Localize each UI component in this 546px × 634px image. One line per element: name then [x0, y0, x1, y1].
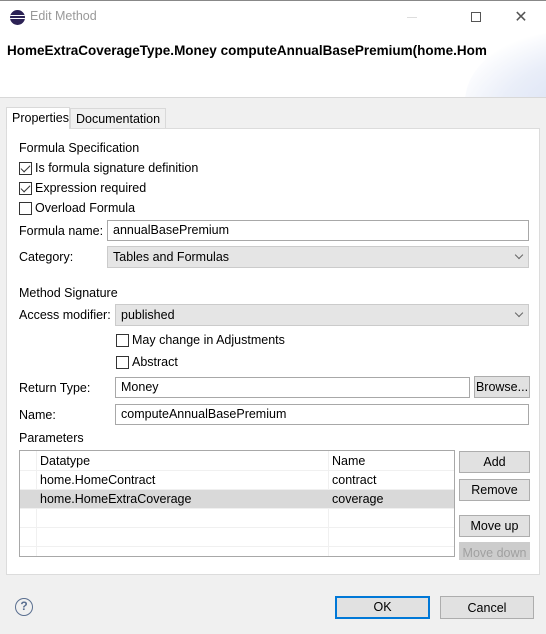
chevron-down-icon: [514, 308, 524, 318]
table-row-empty: [20, 528, 454, 547]
add-button[interactable]: Add: [459, 451, 530, 473]
close-icon: ✕: [514, 9, 528, 26]
header-separator: [0, 97, 546, 98]
dialog-title: HomeExtraCoverageType.Money computeAnnua…: [7, 43, 487, 58]
access-modifier-select[interactable]: published: [115, 304, 529, 326]
name-input[interactable]: computeAnnualBasePremium: [115, 404, 529, 425]
return-type-label: Return Type:: [19, 381, 91, 395]
minimize-icon: [407, 16, 417, 18]
column-header-name[interactable]: Name: [332, 454, 365, 468]
overload-formula-label: Overload Formula: [35, 201, 136, 215]
close-button[interactable]: ✕: [498, 1, 544, 33]
abstract-label: Abstract: [132, 355, 178, 369]
header-decoration: [465, 32, 546, 97]
minimize-button[interactable]: [389, 1, 435, 33]
datatype-cell: home.HomeExtraCoverage: [40, 492, 192, 506]
properties-panel: Formula Specification Is formula signatu…: [6, 128, 540, 575]
formula-spec-heading: Formula Specification: [19, 141, 140, 155]
maximize-icon: [471, 12, 481, 22]
eclipse-icon: [10, 10, 25, 25]
expression-required-checkbox[interactable]: [19, 182, 32, 195]
access-modifier-label: Access modifier:: [19, 308, 111, 322]
table-row[interactable]: home.HomeContract contract: [20, 471, 454, 490]
move-down-button[interactable]: Move down: [459, 542, 530, 560]
return-type-input[interactable]: Money: [115, 377, 470, 398]
title-bar: Edit Method ✕: [0, 0, 546, 32]
formula-name-input[interactable]: annualBasePremium: [107, 220, 529, 241]
window-title: Edit Method: [30, 9, 97, 23]
is-formula-signature-label: Is formula signature definition: [35, 161, 199, 175]
help-icon[interactable]: ?: [15, 598, 33, 616]
overload-formula-checkbox[interactable]: [19, 202, 32, 215]
tab-properties[interactable]: Properties: [6, 107, 70, 129]
ok-button[interactable]: OK: [335, 596, 430, 619]
remove-button[interactable]: Remove: [459, 479, 530, 501]
parameters-heading: Parameters: [19, 431, 84, 445]
may-change-checkbox[interactable]: [116, 334, 129, 347]
chevron-down-icon: [514, 250, 524, 260]
table-header-row: Datatype Name: [20, 452, 454, 471]
formula-name-label: Formula name:: [19, 224, 104, 238]
may-change-label: May change in Adjustments: [132, 333, 285, 347]
cancel-button[interactable]: Cancel: [440, 596, 534, 619]
abstract-checkbox[interactable]: [116, 356, 129, 369]
category-select[interactable]: Tables and Formulas: [107, 246, 529, 268]
name-cell: contract: [332, 473, 377, 487]
expression-required-label: Expression required: [35, 181, 147, 195]
table-row-empty: [20, 509, 454, 528]
category-value: Tables and Formulas: [113, 250, 230, 264]
browse-button[interactable]: Browse...: [474, 376, 530, 398]
dialog-header: HomeExtraCoverageType.Money computeAnnua…: [0, 32, 546, 97]
category-label: Category:: [19, 250, 74, 264]
is-formula-signature-checkbox[interactable]: [19, 162, 32, 175]
tab-documentation[interactable]: Documentation: [70, 108, 166, 129]
name-label: Name:: [19, 408, 56, 422]
name-cell: coverage: [332, 492, 384, 506]
column-header-datatype[interactable]: Datatype: [40, 454, 90, 468]
move-up-button[interactable]: Move up: [459, 515, 530, 537]
datatype-cell: home.HomeContract: [40, 473, 156, 487]
maximize-button[interactable]: [453, 1, 499, 33]
parameters-table[interactable]: Datatype Name home.HomeContract contract…: [19, 450, 455, 557]
table-row[interactable]: home.HomeExtraCoverage coverage: [20, 490, 454, 509]
access-modifier-value: published: [121, 308, 175, 322]
method-signature-heading: Method Signature: [19, 286, 118, 300]
